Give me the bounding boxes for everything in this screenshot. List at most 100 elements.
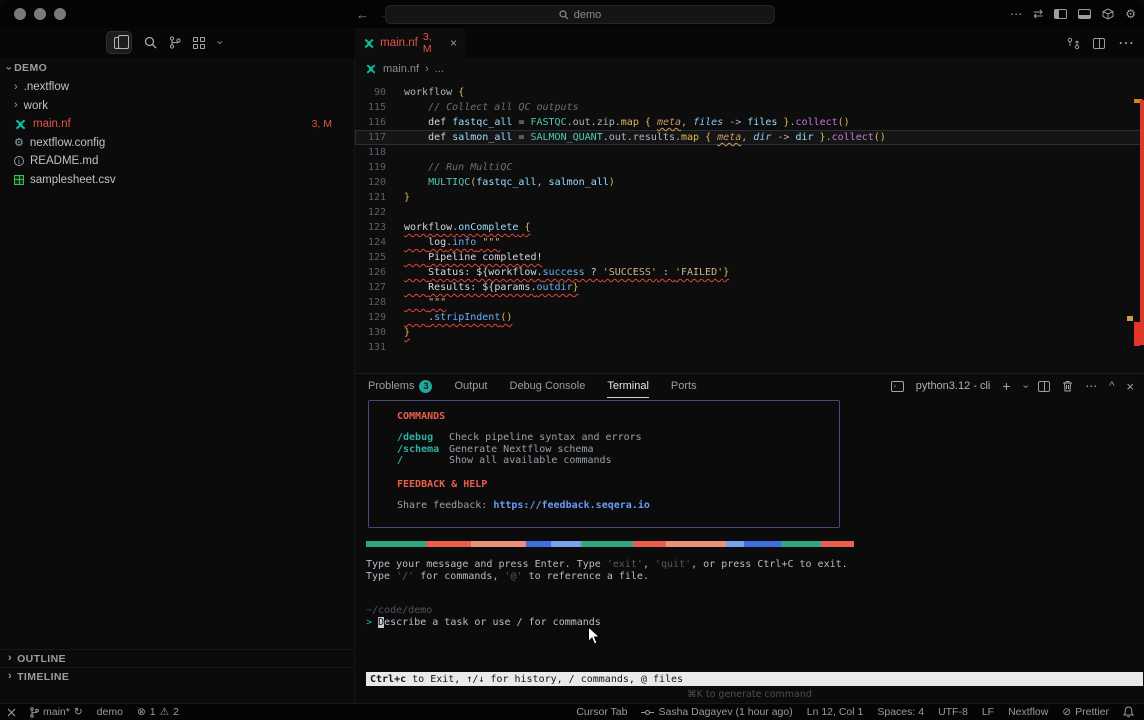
line-number: 115 [355,100,386,115]
split-terminal-icon[interactable] [1038,381,1050,392]
code-line-119[interactable]: 119 // Run MultiQC [355,160,1144,175]
code-line-116[interactable]: 116 def fastqc_all = FASTQC.out.zip.map … [355,115,1144,130]
status-item-lf[interactable]: LF [982,704,994,720]
rainbow-segment [821,541,854,547]
status-item-prettier[interactable]: ⊘Prettier [1062,704,1109,720]
code-line-127[interactable]: 127 Results: ${params.outdir} [355,280,1144,295]
code-line-126[interactable]: 126 Status: ${workflow.success ? 'SUCCES… [355,265,1144,280]
code-line-124[interactable]: 124 log.info """ [355,235,1144,250]
settings-gear-icon[interactable]: ⚙ [1125,7,1136,21]
traffic-light-maximize[interactable] [54,8,66,20]
code-line-115[interactable]: 115 // Collect all QC outputs [355,100,1144,115]
gear-icon: ⚙ [14,136,24,149]
assistant-help-box: COMMANDS /debugCheck pipeline syntax and… [368,400,840,528]
mouse-cursor [587,626,601,646]
prompt-input[interactable]: > Describe a task or use / for commands [366,617,601,628]
line-number: 124 [355,235,386,250]
tree-item-README-md[interactable]: iREADME.md [0,152,354,171]
search-sidebar-icon[interactable] [144,36,157,49]
notifications-bell[interactable] [1123,704,1134,720]
tree-item-nextflow-config[interactable]: ⚙nextflow.config [0,134,354,153]
panel-tab-terminal[interactable]: Terminal [607,374,649,398]
sidebar-section-timeline[interactable]: ›TIMELINE [0,667,354,685]
toggle-sidebar-icon[interactable] [1054,9,1067,19]
command-center-search[interactable]: demo [385,5,775,24]
code-line-130[interactable]: 130} [355,325,1144,340]
feedback-link[interactable]: https://feedback.seqera.io [493,500,650,511]
status-item-utf-8[interactable]: UTF-8 [938,704,968,720]
panel-tab-problems[interactable]: Problems3 [368,374,432,398]
explorer-icon[interactable] [106,31,132,54]
sidebar-bottom-sections: ›OUTLINE›TIMELINE [0,649,354,685]
code-line-131[interactable]: 131 [355,340,1144,355]
code-line-122[interactable]: 122 [355,205,1144,220]
problems-status[interactable]: ⊗ 1 ⚠ 2 [130,704,186,720]
split-editor-icon[interactable] [1093,38,1105,49]
terminal-dropdown-icon[interactable]: › [1019,384,1030,388]
panel-tab-ports[interactable]: Ports [671,374,697,398]
command-name[interactable]: / [397,455,449,467]
commit-icon [641,709,654,716]
editor-tab-main-nf[interactable]: main.nf 3, M × [355,28,465,58]
git-compare-icon[interactable] [1067,37,1080,50]
code-line-90[interactable]: 90workflow { [355,85,1144,100]
code-line-117[interactable]: 117 def salmon_all = SALMON_QUANT.out.re… [355,130,1144,145]
extensions-icon[interactable] [193,37,205,49]
status-item-nextflow[interactable]: Nextflow [1008,704,1048,720]
back-arrow-icon[interactable]: ← [356,7,369,22]
traffic-light-close[interactable] [14,8,26,20]
tree-item-work[interactable]: ›work [0,97,354,116]
remote-indicator[interactable] [0,704,23,720]
status-label: UTF-8 [938,706,968,718]
breadcrumb-file[interactable]: main.nf [383,63,419,75]
panel-more-icon[interactable]: ⋯ [1085,379,1097,393]
nextflow-logo-icon [365,64,377,74]
breadcrumb[interactable]: main.nf › ... [355,58,1144,80]
maximize-panel-icon[interactable]: ^ [1109,380,1114,392]
panel-tab-label: Problems [368,380,414,392]
close-panel-icon[interactable]: × [1126,379,1134,394]
panel-tab-output[interactable]: Output [454,374,487,398]
status-right: Cursor Tab Sasha Dagayev (1 hour ago) Ln 1… [576,704,1144,720]
status-item-sasha-dagayev-1-hour-ago-[interactable]: Sasha Dagayev (1 hour ago) [641,704,792,720]
traffic-light-minimize[interactable] [34,8,46,20]
code-line-118[interactable]: 118 [355,145,1144,160]
terminal-instance-name[interactable]: python3.12 - cli [916,380,991,392]
tab-close-icon[interactable]: × [450,36,457,50]
workspace-indicator[interactable]: demo [90,704,130,720]
tree-item-samplesheet-csv[interactable]: samplesheet.csv [0,171,354,190]
tree-item--nextflow[interactable]: ›.nextflow [0,78,354,97]
code-area[interactable]: 90workflow {115 // Collect all QC output… [355,80,1144,355]
footer-rest: to Exit, ↑/↓ for history, / commands, @ … [406,674,683,685]
code-line-120[interactable]: 120 MULTIQC(fastqc_all, salmon_all) [355,175,1144,190]
code-line-129[interactable]: 129 .stripIndent() [355,310,1144,325]
command-name[interactable]: /schema [397,444,449,456]
code-editor[interactable]: main.nf › ... 90workflow {115 // Collect… [355,58,1144,373]
explorer-section-header[interactable]: › DEMO [0,58,354,78]
more-icon[interactable]: ⋯ [1010,7,1022,21]
editor-more-icon[interactable]: ⋯ [1118,33,1134,53]
panel-tab-debug-console[interactable]: Debug Console [510,374,586,398]
status-item-spaces-4[interactable]: Spaces: 4 [877,704,924,720]
chevron-down-icon[interactable]: › [213,41,224,45]
code-line-125[interactable]: 125 Pipeline completed! [355,250,1144,265]
status-item-ln-12-col-1[interactable]: Ln 12, Col 1 [807,704,864,720]
status-item-cursor-tab[interactable]: Cursor Tab [576,704,627,720]
sync-arrows-icon[interactable]: ⇄ [1033,7,1043,21]
code-line-123[interactable]: 123workflow.onComplete { [355,220,1144,235]
trash-icon[interactable] [1062,380,1073,392]
panel-tab-label: Terminal [607,380,649,392]
tree-item-main-nf[interactable]: main.nf3, M [0,115,354,134]
extensions-cube-icon[interactable] [1102,8,1114,20]
new-terminal-icon[interactable]: + [1002,378,1010,394]
git-branch-status[interactable]: main* ↻ [23,704,90,720]
toggle-panel-icon[interactable] [1078,9,1091,19]
source-control-icon[interactable] [169,36,181,49]
terminal-content[interactable]: COMMANDS /debugCheck pipeline syntax and… [355,398,1144,704]
command-name[interactable]: /debug [397,432,449,444]
status-label: LF [982,706,994,718]
code-line-121[interactable]: 121} [355,190,1144,205]
sidebar-section-outline[interactable]: ›OUTLINE [0,649,354,667]
breadcrumb-more[interactable]: ... [435,63,444,75]
code-line-128[interactable]: 128 """ [355,295,1144,310]
